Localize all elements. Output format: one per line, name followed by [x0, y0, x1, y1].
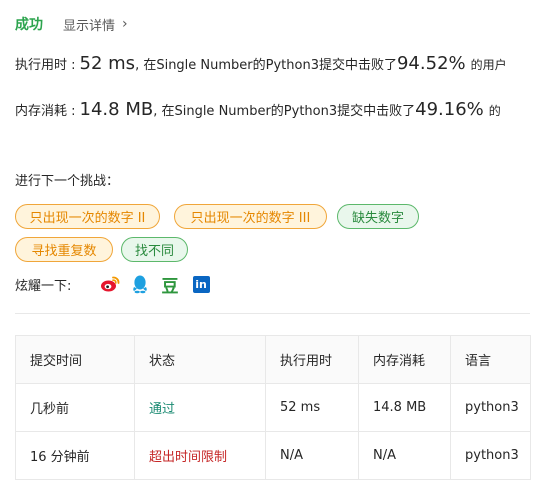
- result-status: 成功: [15, 17, 43, 33]
- show-details-link[interactable]: 显示详情 ›: [63, 15, 128, 34]
- share-row: 炫耀一下: 豆 in: [15, 272, 235, 297]
- challenge-tag-label: 找不同: [134, 244, 174, 259]
- show-details-label: 显示详情: [63, 18, 116, 34]
- table-row: 16 分钟前 超出时间限制 N/A N/A python3: [15, 431, 531, 480]
- language-cell: python3: [450, 431, 531, 480]
- runtime-cell: N/A: [265, 431, 359, 480]
- table-row: 几秒前 通过 52 ms 14.8 MB python3: [15, 383, 531, 432]
- status-cell: 通过: [134, 383, 266, 432]
- column-header-language: 语言: [450, 335, 531, 384]
- language-cell: python3: [450, 383, 531, 432]
- challenge-tag-single-number-ii[interactable]: 只出现一次的数字 II: [15, 204, 160, 229]
- memory-value: 14.8 MB: [79, 99, 154, 120]
- submit-time-cell: 16 分钟前: [15, 431, 135, 480]
- memory-stat: 内存消耗 : 14.8 MB , 在Single Number的Python3提…: [15, 99, 501, 120]
- challenge-tag-find-difference[interactable]: 找不同: [121, 237, 188, 262]
- status-accepted-link[interactable]: 通过: [149, 402, 175, 417]
- linkedin-badge: in: [192, 275, 210, 293]
- memory-cell: N/A: [358, 431, 451, 480]
- submit-time-cell: 几秒前: [15, 383, 135, 432]
- status-time-limit-link[interactable]: 超出时间限制: [149, 450, 227, 465]
- status-cell: 超出时间限制: [134, 431, 266, 480]
- runtime-value: 52 ms: [79, 53, 136, 74]
- challenge-tag-single-number-iii[interactable]: 只出现一次的数字 III: [174, 204, 327, 229]
- runtime-stat: 执行用时 : 52 ms , 在Single Number的Python3提交中…: [15, 53, 507, 74]
- douban-icon[interactable]: 豆: [160, 274, 180, 297]
- share-label: 炫耀一下:: [15, 278, 72, 294]
- table-header-row: 提交时间 状态 执行用时 内存消耗 语言: [15, 335, 531, 384]
- runtime-percentile: 94.52%: [396, 53, 466, 74]
- memory-label: 内存消耗 :: [15, 104, 76, 119]
- column-header-runtime: 执行用时: [265, 335, 359, 384]
- memory-cell: 14.8 MB: [358, 383, 451, 432]
- challenge-tag-label: 寻找重复数: [31, 244, 97, 259]
- column-header-memory: 内存消耗: [358, 335, 451, 384]
- challenge-tag-label: 缺失数字: [351, 211, 404, 226]
- memory-suffix: 的: [488, 104, 501, 118]
- challenge-tag-missing-number[interactable]: 缺失数字: [337, 204, 419, 229]
- weibo-icon[interactable]: [100, 274, 120, 294]
- challenge-tag-label: 只出现一次的数字 II: [29, 211, 146, 226]
- memory-description: , 在Single Number的Python3提交中击败了: [153, 104, 416, 119]
- chevron-right-icon: ›: [122, 16, 128, 32]
- challenge-tag-find-duplicate[interactable]: 寻找重复数: [15, 237, 113, 262]
- runtime-suffix: 的用户: [470, 58, 507, 72]
- column-header-status: 状态: [134, 335, 266, 384]
- section-divider: [15, 313, 530, 314]
- memory-percentile: 49.16%: [415, 99, 484, 120]
- qq-icon[interactable]: [130, 274, 150, 294]
- next-challenge-label: 进行下一个挑战：: [15, 174, 120, 189]
- linkedin-icon[interactable]: in: [191, 274, 211, 294]
- runtime-description: , 在Single Number的Python3提交中击败了: [135, 58, 397, 73]
- douban-glyph: 豆: [161, 276, 179, 297]
- column-header-submit-time: 提交时间: [15, 335, 135, 384]
- submissions-table: 提交时间 状态 执行用时 内存消耗 语言 几秒前 通过 52 ms 14.8 M…: [15, 335, 531, 480]
- result-header: 成功 显示详情 ›: [15, 13, 128, 35]
- linkedin-glyph: in: [195, 277, 207, 291]
- challenge-tag-label: 只出现一次的数字 III: [190, 211, 311, 226]
- runtime-cell: 52 ms: [265, 383, 359, 432]
- runtime-label: 执行用时 :: [15, 58, 76, 73]
